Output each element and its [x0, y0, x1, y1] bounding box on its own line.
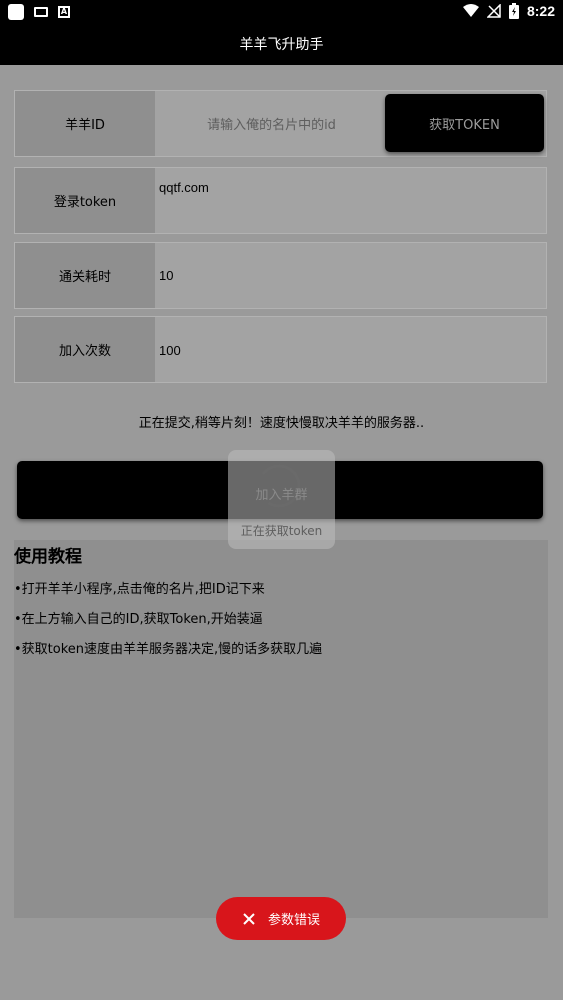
status-bar: A 8:22 [0, 0, 563, 25]
no-signal-icon [486, 4, 501, 18]
join-count-input[interactable]: 100 [159, 343, 181, 358]
app-notification-icon [8, 4, 24, 20]
join-count-row: 加入次数 100 [14, 316, 547, 383]
sheep-id-label: 羊羊ID [15, 91, 155, 156]
tutorial-panel: 使用教程 •打开羊羊小程序,点击俺的名片,把ID记下来 •在上方输入自己的ID,… [14, 540, 548, 918]
clear-time-input[interactable]: 10 [159, 268, 173, 283]
tutorial-title: 使用教程 [14, 547, 82, 567]
status-message: 正在提交,稍等片刻！速度快慢取决羊羊的服务器.. [138, 416, 425, 431]
system-icons: 8:22 [462, 3, 555, 19]
join-count-label: 加入次数 [15, 317, 155, 382]
close-icon [243, 912, 255, 925]
join-flock-button-label: 加入羊群 [255, 488, 308, 503]
keyboard-icon [34, 7, 48, 17]
android-notification-icon: A [58, 6, 70, 18]
toast-text: 参数错误 [267, 913, 320, 928]
login-token-row: 登录token qqtf.com [14, 167, 547, 234]
login-token-input[interactable]: qqtf.com [159, 180, 209, 195]
login-token-label: 登录token [15, 168, 155, 233]
clear-time-label: 通关耗时 [15, 243, 155, 308]
clear-time-row: 通关耗时 10 [14, 242, 547, 309]
error-toast: 参数错误 [216, 897, 346, 940]
battery-charging-icon [508, 3, 519, 19]
loading-text: 正在获取token [240, 524, 323, 538]
tutorial-item: •打开羊羊小程序,点击俺的名片,把ID记下来 [14, 582, 265, 597]
get-token-button[interactable]: 获取TOKEN [385, 94, 544, 152]
clock: 8:22 [526, 3, 555, 19]
app-title: 羊羊飞升助手 [0, 25, 563, 65]
sheep-id-input[interactable]: 请输入俺的名片中的id [159, 91, 384, 156]
tutorial-item: •在上方输入自己的ID,获取Token,开始装逼 [14, 612, 263, 627]
tutorial-item: •获取token速度由羊羊服务器决定,慢的话多获取几遍 [14, 642, 323, 657]
wifi-icon [462, 4, 479, 17]
notification-icons: A [8, 4, 70, 20]
